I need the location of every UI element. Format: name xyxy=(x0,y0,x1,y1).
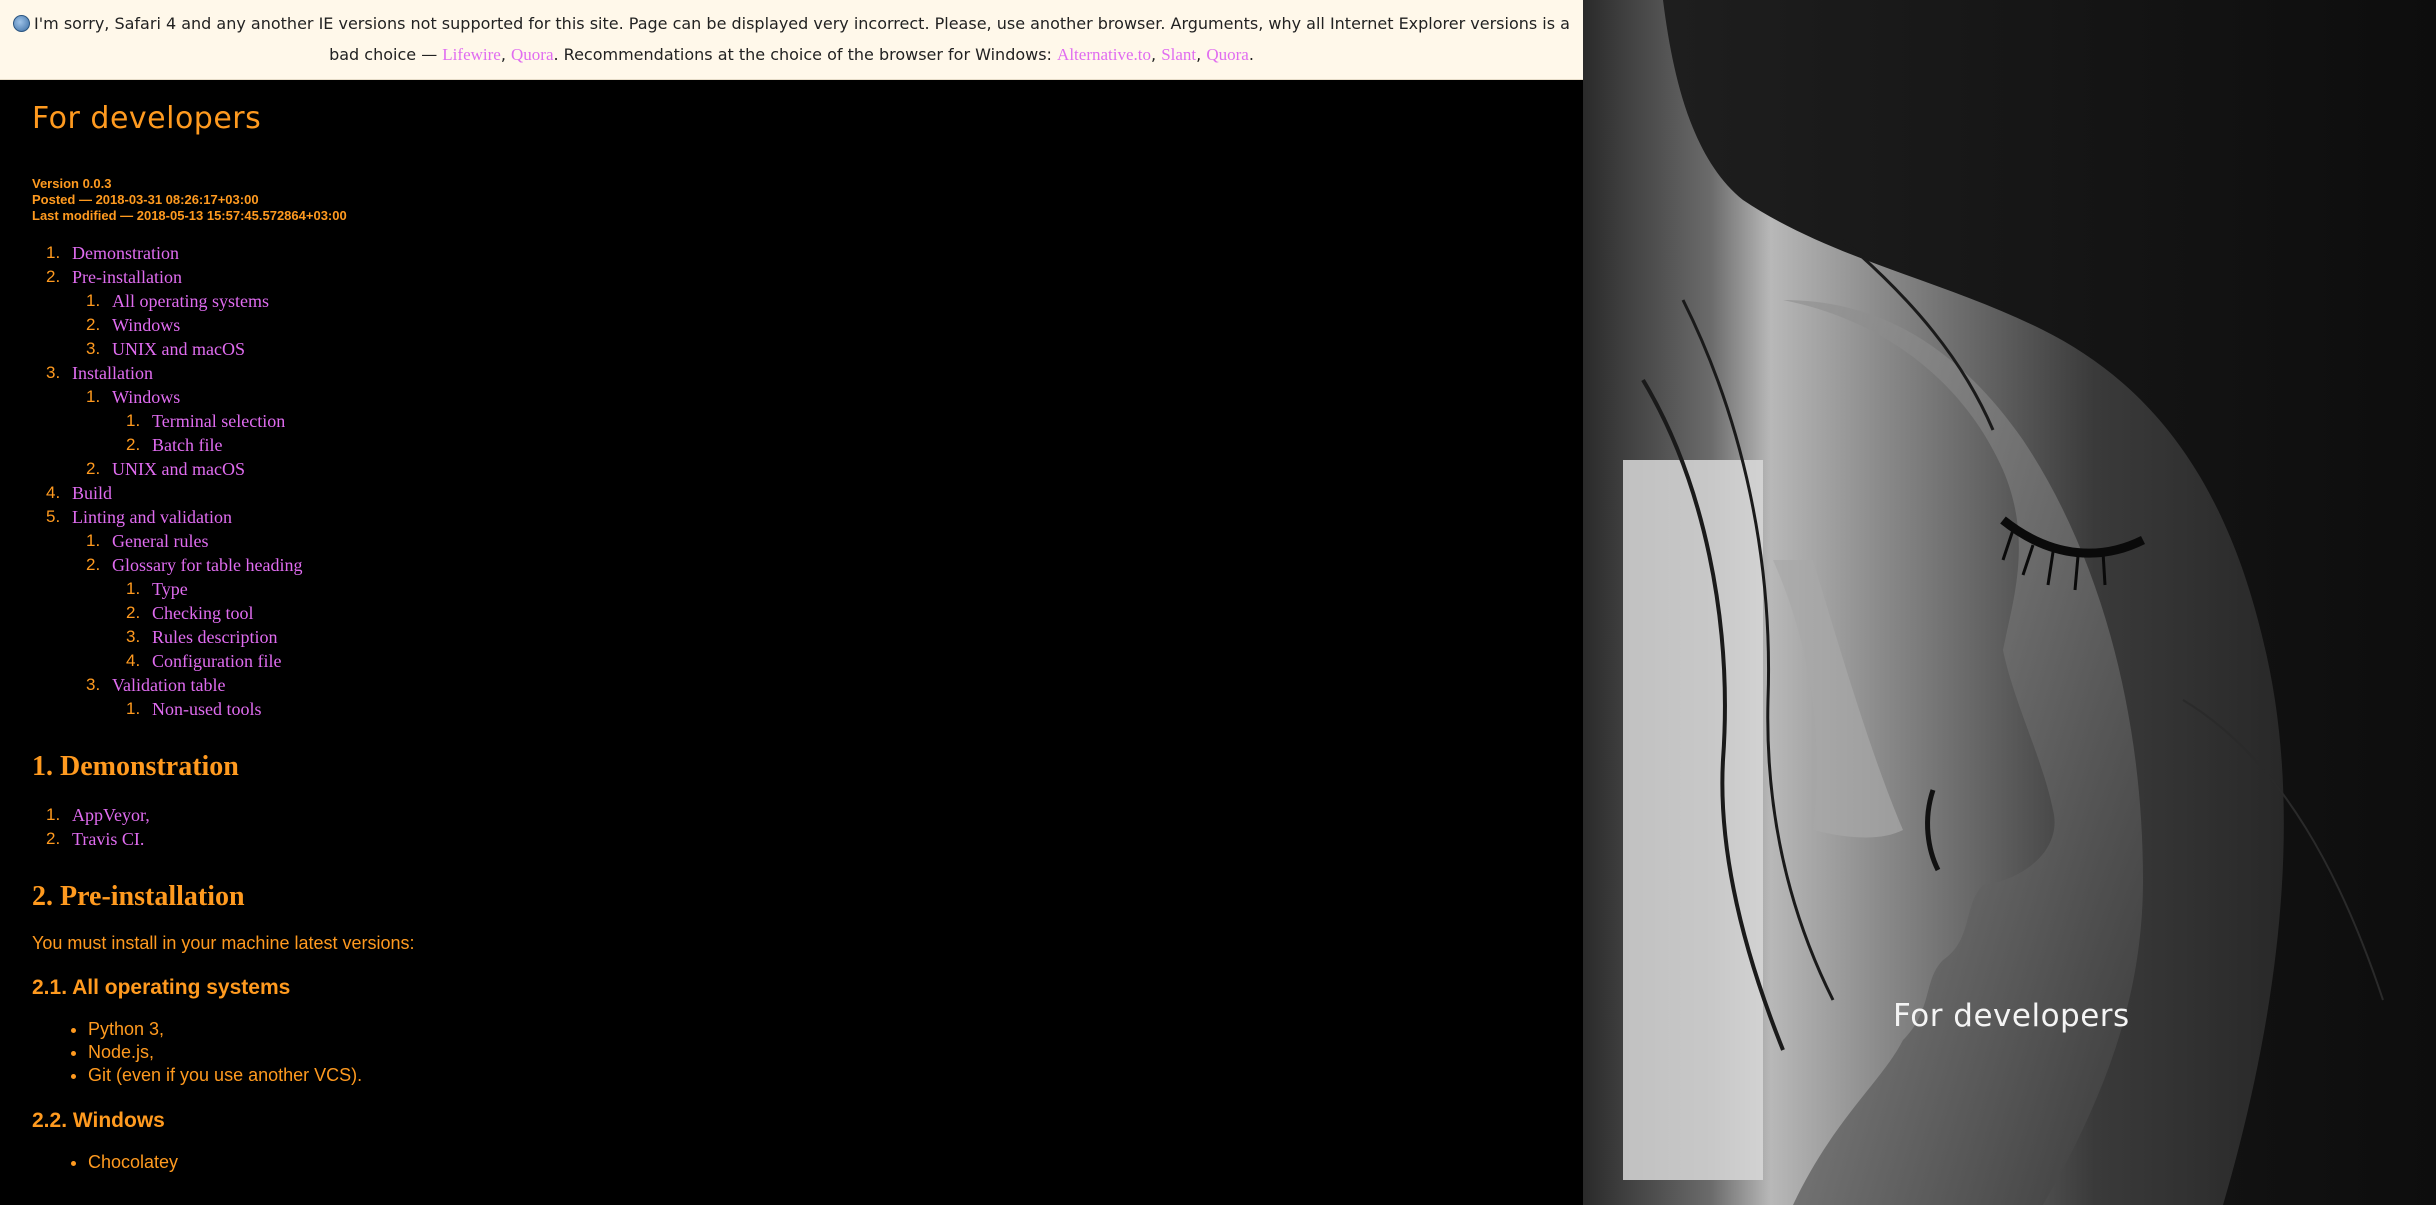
toc-link-terminal-selection[interactable]: Terminal selection xyxy=(152,411,285,431)
toc-link-glossary[interactable]: Glossary for table heading xyxy=(112,555,302,575)
toc-link-build[interactable]: Build xyxy=(72,483,112,503)
demonstration-list: AppVeyor, Travis CI. xyxy=(32,803,1583,851)
toc-item: Type xyxy=(126,577,1583,601)
windows-list: Chocolatey xyxy=(32,1151,1583,1174)
page-title: For developers xyxy=(32,101,262,136)
toc-link-unix-macos[interactable]: UNIX and macOS xyxy=(112,339,245,359)
toc-link-all-os[interactable]: All operating systems xyxy=(112,291,269,311)
table-of-contents: Demonstration Pre-installation All opera… xyxy=(32,241,1583,721)
toc-link-install-windows[interactable]: Windows xyxy=(112,387,180,407)
toc-link-rules-description[interactable]: Rules description xyxy=(152,627,277,647)
toc-item: Validation table Non-used tools xyxy=(86,673,1583,721)
posted-date: Posted — 2018-03-31 08:26:17+03:00 xyxy=(32,192,259,207)
toc-item: Build xyxy=(46,481,1583,505)
banner-separator: , xyxy=(1196,45,1202,64)
toc-item: All operating systems xyxy=(86,289,1583,313)
all-os-heading: 2.1. All operating systems xyxy=(32,976,291,999)
toc-item: Windows Terminal selection Batch file xyxy=(86,385,1583,457)
list-item[interactable]: Travis CI. xyxy=(46,827,1583,851)
preinstallation-heading: 2. Pre-installation xyxy=(32,881,245,912)
toc-item: Linting and validation General rules Glo… xyxy=(46,505,1583,721)
toc-item: Configuration file xyxy=(126,649,1583,673)
toc-link-checking-tool[interactable]: Checking tool xyxy=(152,603,254,623)
photo-caption: For developers xyxy=(1893,998,2130,1034)
slant-link[interactable]: Slant xyxy=(1161,45,1196,64)
toc-link-general-rules[interactable]: General rules xyxy=(112,531,208,551)
toc-item: Checking tool xyxy=(126,601,1583,625)
list-item: Git (even if you use another VCS). xyxy=(88,1064,1583,1087)
list-item: Node.js, xyxy=(88,1041,1583,1064)
toc-item: Demonstration xyxy=(46,241,1583,265)
modified-date: Last modified — 2018-05-13 15:57:45.5728… xyxy=(32,208,347,223)
toc-link-install-unix-macos[interactable]: UNIX and macOS xyxy=(112,459,245,479)
preinstallation-intro: You must install in your machine latest … xyxy=(32,933,415,953)
toc-item: Batch file xyxy=(126,433,1583,457)
toc-link-windows[interactable]: Windows xyxy=(112,315,180,335)
toc-item: Rules description xyxy=(126,625,1583,649)
banner-separator: , xyxy=(500,45,506,64)
toc-item: Pre-installation All operating systems W… xyxy=(46,265,1583,361)
toc-item: UNIX and macOS xyxy=(86,457,1583,481)
toc-link-preinstallation[interactable]: Pre-installation xyxy=(72,267,182,287)
list-item: Python 3, xyxy=(88,1018,1583,1041)
toc-item: Non-used tools xyxy=(126,697,1583,721)
list-item: Chocolatey xyxy=(88,1151,1583,1174)
hero-photo: For developers xyxy=(1583,0,2436,1205)
toc-item: Glossary for table heading Type Checking… xyxy=(86,553,1583,673)
toc-link-demonstration[interactable]: Demonstration xyxy=(72,243,179,263)
toc-link-configuration-file[interactable]: Configuration file xyxy=(152,651,281,671)
version-label: Version 0.0.3 xyxy=(32,176,112,191)
list-item[interactable]: AppVeyor, xyxy=(46,803,1583,827)
banner-separator: , xyxy=(1151,45,1157,64)
toc-link-installation[interactable]: Installation xyxy=(72,363,153,383)
toc-item: UNIX and macOS xyxy=(86,337,1583,361)
article-content: For developers Version 0.0.3 Posted — 20… xyxy=(0,81,1583,1205)
banner-text-end: . xyxy=(1248,45,1254,64)
all-os-list: Python 3, Node.js, Git (even if you use … xyxy=(32,1018,1583,1087)
toc-item: General rules xyxy=(86,529,1583,553)
quora-link[interactable]: Quora xyxy=(511,45,553,64)
toc-link-linting[interactable]: Linting and validation xyxy=(72,507,232,527)
toc-item: Installation Windows Terminal selection … xyxy=(46,361,1583,481)
browser-warning-banner: I'm sorry, Safari 4 and any another IE v… xyxy=(0,0,1583,80)
toc-link-batch-file[interactable]: Batch file xyxy=(152,435,222,455)
quora-link-2[interactable]: Quora xyxy=(1206,45,1248,64)
toc-item: Terminal selection xyxy=(126,409,1583,433)
demonstration-heading: 1. Demonstration xyxy=(32,751,239,782)
toc-link-type[interactable]: Type xyxy=(152,579,188,599)
toc-link-validation-table[interactable]: Validation table xyxy=(112,675,225,695)
banner-text-mid: . Recommendations at the choice of the b… xyxy=(553,45,1052,64)
article-meta: Version 0.0.3 Posted — 2018-03-31 08:26:… xyxy=(32,176,1583,224)
windows-heading: 2.2. Windows xyxy=(32,1109,165,1132)
lifewire-link[interactable]: Lifewire xyxy=(442,45,501,64)
browser-globe-icon xyxy=(13,15,31,32)
toc-link-nonused-tools[interactable]: Non-used tools xyxy=(152,699,262,719)
toc-item: Windows xyxy=(86,313,1583,337)
alternativeto-link[interactable]: Alternative.to xyxy=(1057,45,1151,64)
